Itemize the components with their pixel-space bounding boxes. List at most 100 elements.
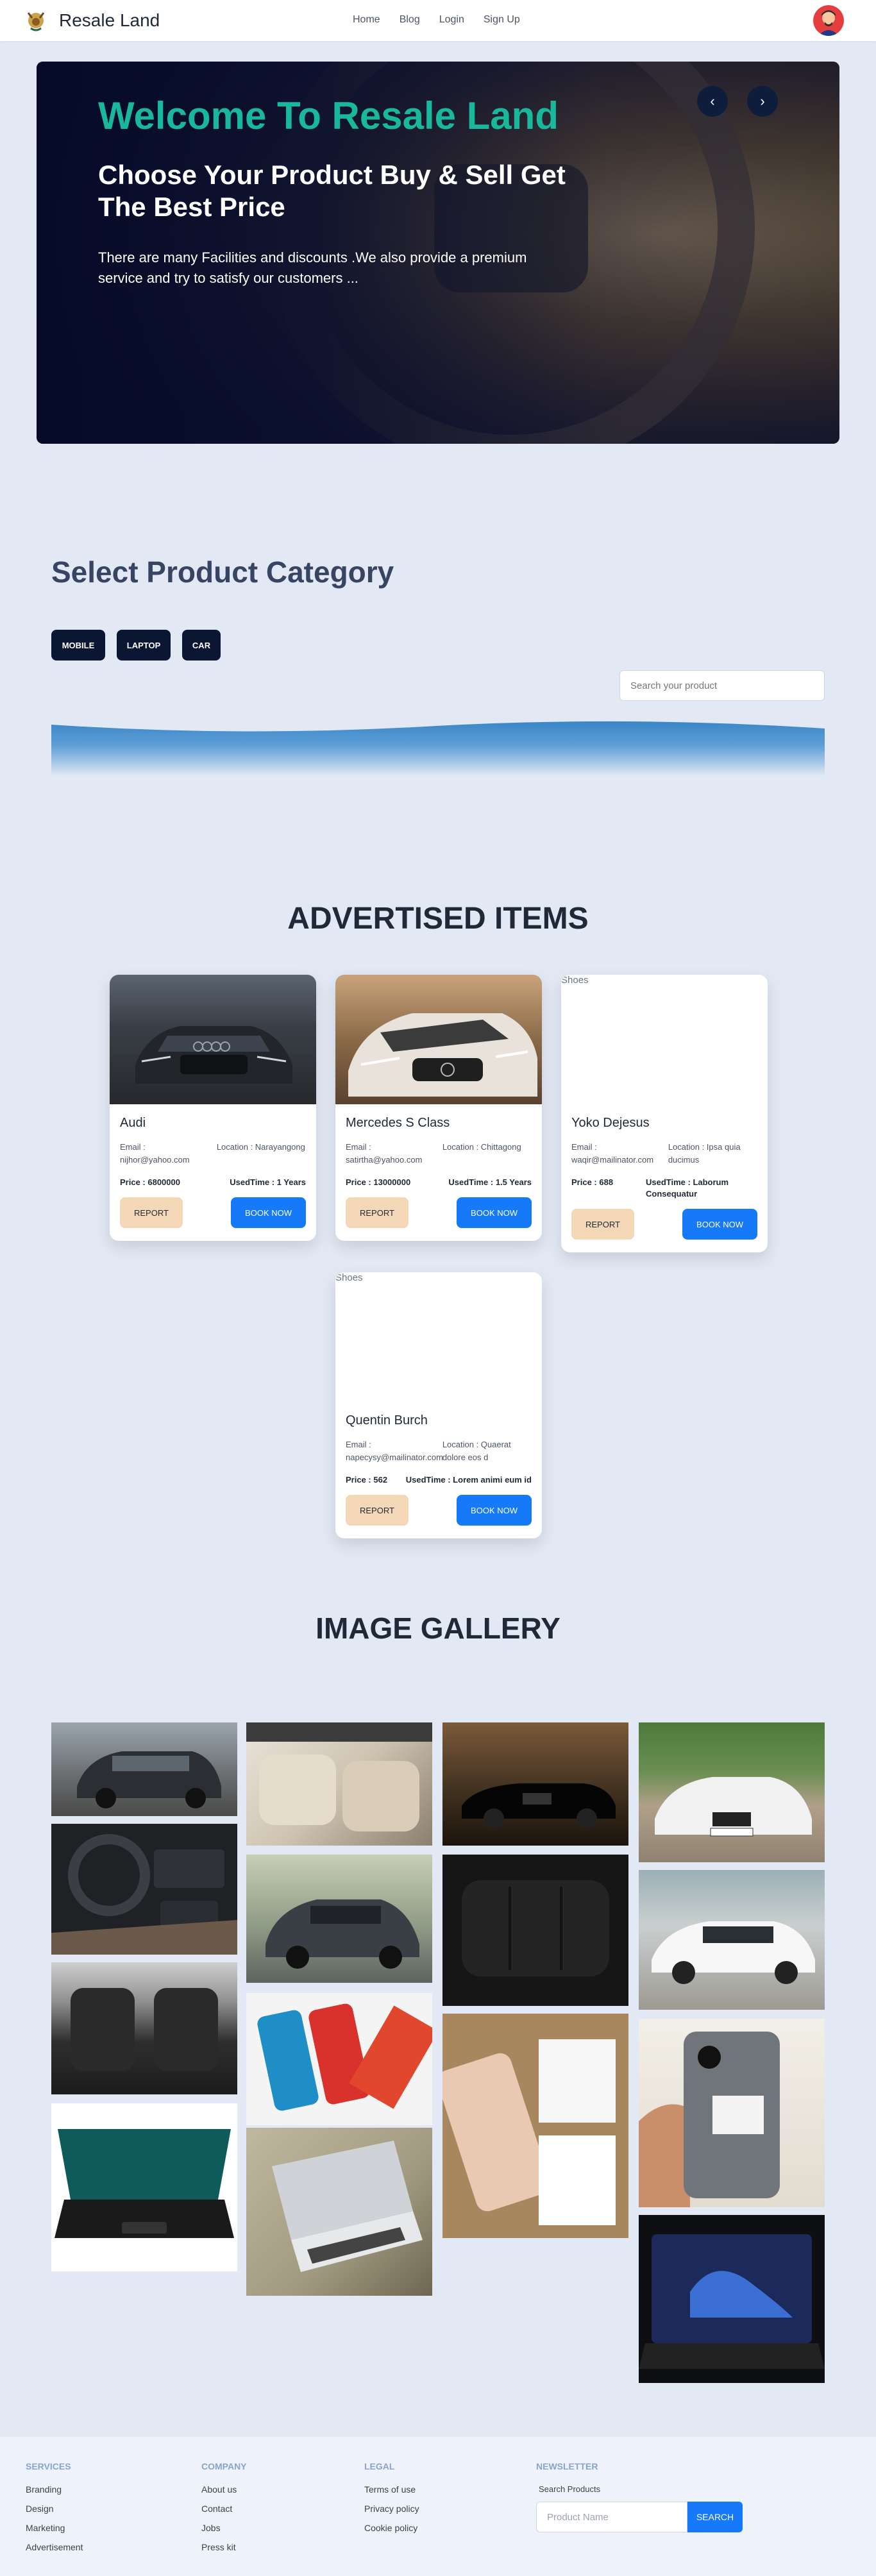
product-email: Email : satirtha@yahoo.com xyxy=(346,1142,423,1165)
category-buttons: MOBILE LAPTOP CAR xyxy=(51,630,221,661)
prev-slide-button[interactable]: ‹ xyxy=(697,86,728,117)
report-button[interactable]: REPORT xyxy=(571,1209,634,1240)
product-location: Location : Narayangong xyxy=(216,1142,305,1152)
avatar[interactable] xyxy=(813,5,844,36)
chevron-left-icon: ‹ xyxy=(710,93,715,109)
footer-legal: LEGAL Terms of use Privacy policy Cookie… xyxy=(364,2461,419,2542)
newsletter-search-button[interactable]: SEARCH xyxy=(687,2502,743,2532)
gallery-image-convertible[interactable] xyxy=(442,1722,628,1846)
nav-link-home[interactable]: Home xyxy=(353,14,380,26)
product-name: Quentin Burch xyxy=(346,1413,428,1427)
nav-links: Home Blog Login Sign Up xyxy=(353,14,520,26)
hero-banner: Welcome To Resale Land Choose Your Produ… xyxy=(37,62,839,444)
footer-newsletter: NEWSLETTER Search Products Product Name … xyxy=(536,2461,743,2532)
gallery-image-phones-oneplus[interactable] xyxy=(246,1993,432,2125)
hero-subtitle: Choose Your Product Buy & Sell Get The B… xyxy=(98,160,566,222)
product-name: Yoko Dejesus xyxy=(571,1116,650,1130)
footer-link-contact[interactable]: Contact xyxy=(201,2504,247,2514)
book-now-button[interactable]: BOOK NOW xyxy=(231,1197,306,1228)
gallery-image-laptop-dark[interactable] xyxy=(51,2103,237,2271)
wave-decoration xyxy=(51,721,825,776)
product-image-broken: Shoes xyxy=(335,1272,542,1402)
footer-link-terms[interactable]: Terms of use xyxy=(364,2484,419,2495)
product-card: Mercedes S Class Email : satirtha@yahoo.… xyxy=(335,975,542,1241)
next-slide-button[interactable]: › xyxy=(747,86,778,117)
category-car-button[interactable]: CAR xyxy=(182,630,221,661)
nav-link-blog[interactable]: Blog xyxy=(400,14,420,26)
product-price: Price : 13000000 xyxy=(346,1177,411,1187)
nav-link-signup[interactable]: Sign Up xyxy=(484,14,520,26)
gallery-image-jaguar[interactable] xyxy=(639,1722,825,1862)
footer-legal-heading: LEGAL xyxy=(364,2461,395,2471)
footer-company-heading: COMPANY xyxy=(201,2461,247,2471)
gallery-image-iphone-box[interactable] xyxy=(442,2014,628,2238)
advertised-title: ADVERTISED ITEMS xyxy=(287,902,589,936)
product-image-broken: Shoes xyxy=(561,975,768,1104)
footer-company: COMPANY About us Contact Jobs Press kit xyxy=(201,2461,247,2561)
product-price: Price : 6800000 xyxy=(120,1177,180,1187)
image-alt-text: Shoes xyxy=(561,975,589,986)
book-now-button[interactable]: BOOK NOW xyxy=(457,1495,532,1526)
newsletter-input[interactable]: Product Name xyxy=(536,2502,687,2532)
report-button[interactable]: REPORT xyxy=(120,1197,183,1228)
footer-link-branding[interactable]: Branding xyxy=(26,2484,83,2495)
brand[interactable]: Resale Land xyxy=(23,8,160,33)
gallery-image-phone-hand[interactable] xyxy=(639,2019,825,2207)
category-laptop-button[interactable]: LAPTOP xyxy=(117,630,171,661)
product-used-time: UsedTime : Laborum Consequatur xyxy=(646,1177,729,1199)
product-search-input[interactable] xyxy=(619,670,825,701)
product-location: Location : Chittagong xyxy=(442,1142,521,1152)
product-card: Shoes Quentin Burch Email : napecysy@mai… xyxy=(335,1272,542,1538)
product-price: Price : 688 xyxy=(571,1177,614,1187)
navbar: Resale Land Home Blog Login Sign Up xyxy=(0,0,876,41)
report-button[interactable]: REPORT xyxy=(346,1197,409,1228)
footer-link-about[interactable]: About us xyxy=(201,2484,247,2495)
gallery-image-seats-beige[interactable] xyxy=(246,1722,432,1846)
footer-link-marketing[interactable]: Marketing xyxy=(26,2523,83,2533)
gallery-image-laptop-silver[interactable] xyxy=(246,2128,432,2296)
product-image-audi xyxy=(110,975,316,1104)
gallery-image-laptop-blue[interactable] xyxy=(639,2215,825,2383)
footer-newsletter-heading: NEWSLETTER xyxy=(536,2461,598,2471)
footer-link-privacy[interactable]: Privacy policy xyxy=(364,2504,419,2514)
footer-link-advertisement[interactable]: Advertisement xyxy=(26,2542,83,2552)
product-email: Email : waqir@mailinator.com xyxy=(571,1142,654,1165)
product-used-time: UsedTime : 1.5 Years xyxy=(448,1177,532,1187)
book-now-button[interactable]: BOOK NOW xyxy=(457,1197,532,1228)
brand-name[interactable]: Resale Land xyxy=(59,10,160,31)
gallery-image-rear-seats[interactable] xyxy=(442,1855,628,2006)
footer: SERVICES Branding Design Marketing Adver… xyxy=(0,2437,876,2576)
product-used-time: UsedTime : 1 Years xyxy=(230,1177,306,1187)
footer-link-presskit[interactable]: Press kit xyxy=(201,2542,247,2552)
hero-title: Welcome To Resale Land xyxy=(98,94,559,137)
book-now-button[interactable]: BOOK NOW xyxy=(682,1209,757,1240)
gallery-title: IMAGE GALLERY xyxy=(316,1612,560,1645)
product-card: Shoes Yoko Dejesus Email : waqir@mailina… xyxy=(561,975,768,1252)
image-alt-text: Shoes xyxy=(335,1272,363,1283)
product-price: Price : 562 xyxy=(346,1475,388,1485)
footer-services: SERVICES Branding Design Marketing Adver… xyxy=(26,2461,83,2561)
gallery-image-dashboard[interactable] xyxy=(51,1824,237,1955)
product-email: Email : nijhor@yahoo.com xyxy=(120,1142,190,1165)
footer-services-heading: SERVICES xyxy=(26,2461,71,2471)
gallery-image-seats-black[interactable] xyxy=(51,1962,237,2094)
nav-link-login[interactable]: Login xyxy=(439,14,464,26)
newsletter-label: Search Products xyxy=(539,2484,601,2494)
logo-icon xyxy=(27,12,45,31)
product-name: Mercedes S Class xyxy=(346,1116,450,1130)
gallery-image-sedan-grey[interactable] xyxy=(246,1855,432,1983)
product-email: Email : napecysy@mailinator.com xyxy=(346,1440,443,1462)
hero-text: There are many Facilities and discounts … xyxy=(98,249,527,286)
footer-link-cookie[interactable]: Cookie policy xyxy=(364,2523,419,2533)
gallery-image-mercedes-white[interactable] xyxy=(639,1870,825,2010)
gallery-image-suv[interactable] xyxy=(51,1722,237,1816)
product-image-mercedes xyxy=(335,975,542,1104)
chevron-right-icon: › xyxy=(760,93,765,109)
product-used-time: UsedTime : Lorem animi eum id xyxy=(405,1475,532,1485)
report-button[interactable]: REPORT xyxy=(346,1495,409,1526)
category-title: Select Product Category xyxy=(51,555,394,589)
footer-link-design[interactable]: Design xyxy=(26,2504,83,2514)
category-mobile-button[interactable]: MOBILE xyxy=(51,630,105,661)
product-location: Location : Quaerat dolore eos d xyxy=(442,1440,511,1462)
footer-link-jobs[interactable]: Jobs xyxy=(201,2523,247,2533)
